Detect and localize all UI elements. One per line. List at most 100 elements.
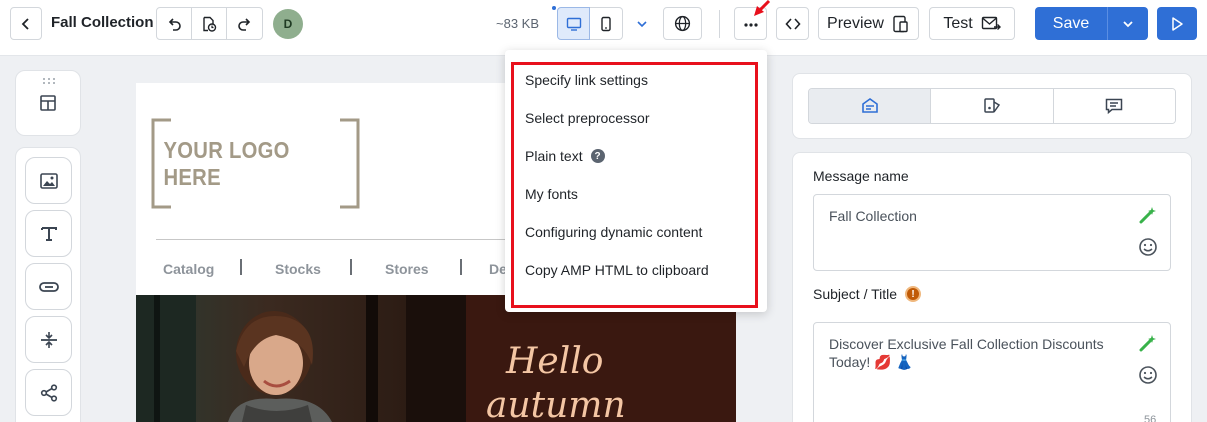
menu-item-link-settings[interactable]: Specify link settings	[525, 72, 648, 88]
send-button[interactable]	[1157, 7, 1197, 40]
page-title: Fall Collection	[51, 14, 154, 31]
social-block[interactable]	[25, 369, 72, 416]
desktop-icon	[566, 17, 581, 31]
play-icon	[1172, 16, 1183, 31]
message-size: ~83 KB	[496, 16, 540, 31]
send-mail-icon	[981, 16, 1001, 30]
hero-banner[interactable]: Hello autumn	[136, 295, 736, 422]
logo-placeholder[interactable]: YOUR LOGO HERE	[151, 118, 360, 209]
mobile-icon	[601, 16, 611, 31]
subject-value: Discover Exclusive Fall Collection Disco…	[829, 336, 1104, 370]
woman-portrait-image	[136, 295, 466, 422]
menu-link-stores[interactable]: Stores	[385, 261, 429, 277]
tab-appearance[interactable]	[931, 89, 1054, 123]
top-toolbar: Fall Collection D ~83 KB Preview Test Sa…	[0, 0, 1207, 56]
code-icon	[784, 17, 801, 30]
desktop-view-button[interactable]	[557, 7, 590, 40]
menu-item-label: Select preprocessor	[525, 110, 650, 126]
back-button[interactable]	[10, 7, 42, 40]
menu-item-label: Plain text	[525, 148, 583, 164]
message-name-field[interactable]: Fall Collection	[813, 194, 1171, 271]
menu-item-label: Configuring dynamic content	[525, 224, 703, 240]
menu-item-label: Copy AMP HTML to clipboard	[525, 262, 709, 278]
subject-field[interactable]: Discover Exclusive Fall Collection Disco…	[813, 322, 1171, 422]
hero-photo	[136, 295, 466, 422]
device-dropdown-button[interactable]	[625, 7, 659, 40]
settings-tabs	[808, 88, 1176, 124]
spacer-icon	[40, 331, 57, 348]
ai-magic-wand-icon[interactable]	[1138, 333, 1158, 353]
hero-heading-line-1: Hello	[506, 341, 604, 382]
preview-button[interactable]: Preview	[818, 7, 919, 40]
blocks-panel	[15, 147, 81, 422]
text-block[interactable]	[25, 210, 72, 257]
menu-item-copy-amp-html[interactable]: Copy AMP HTML to clipboard	[525, 262, 709, 278]
avatar[interactable]: D	[273, 9, 303, 39]
comment-icon	[1106, 98, 1123, 115]
logo-text: YOUR LOGO HERE	[163, 136, 290, 190]
mobile-view-button[interactable]	[590, 7, 623, 40]
menu-item-label: Specify link settings	[525, 72, 648, 88]
menu-separator	[240, 259, 242, 275]
version-history-button[interactable]	[192, 8, 227, 39]
pointer-arrow-icon	[754, 0, 771, 16]
tab-message-settings[interactable]	[809, 89, 932, 123]
envelope-settings-icon	[861, 98, 878, 113]
structures-panel-button[interactable]	[15, 70, 81, 136]
chevron-down-icon	[637, 20, 647, 27]
hero-heading: Hello autumn	[486, 340, 626, 422]
emoji-icon[interactable]	[1138, 237, 1158, 257]
preview-label: Preview	[827, 14, 884, 32]
image-block[interactable]	[25, 157, 72, 204]
menu-item-label: My fonts	[525, 186, 578, 202]
test-label: Test	[943, 14, 973, 32]
emoji-icon[interactable]	[1138, 365, 1158, 385]
menu-item-preprocessor[interactable]: Select preprocessor	[525, 110, 650, 126]
paint-icon	[984, 98, 1001, 113]
subject-label: Subject / Title !	[813, 286, 922, 302]
notification-dot	[552, 6, 556, 10]
language-button[interactable]	[663, 7, 702, 40]
menu-separator	[460, 259, 462, 275]
chevron-down-icon	[1123, 20, 1133, 27]
save-options-button[interactable]	[1108, 7, 1148, 40]
message-name-label: Message name	[813, 168, 909, 184]
file-history-icon	[203, 16, 217, 32]
menu-separator	[350, 259, 352, 275]
subject-label-text: Subject / Title	[813, 286, 898, 302]
menu-link-catalog[interactable]: Catalog	[163, 261, 214, 277]
message-name-value: Fall Collection	[829, 208, 917, 224]
tab-comments[interactable]	[1053, 89, 1175, 123]
device-preview-icon	[893, 15, 908, 32]
structure-icon	[40, 95, 56, 111]
test-button[interactable]: Test	[929, 7, 1015, 40]
hero-heading-line-2: autumn	[486, 385, 626, 422]
drag-handle-icon[interactable]	[42, 77, 56, 85]
globe-icon	[674, 15, 691, 32]
share-icon	[40, 383, 57, 402]
save-button[interactable]: Save	[1035, 7, 1108, 40]
warning-icon[interactable]: !	[905, 286, 922, 302]
save-button-group: Save	[1035, 7, 1148, 40]
message-name-label-text: Message name	[813, 168, 909, 184]
redo-icon	[237, 17, 250, 31]
menu-item-dynamic-content[interactable]: Configuring dynamic content	[525, 224, 702, 240]
ai-magic-wand-icon[interactable]	[1138, 205, 1158, 225]
undo-icon	[168, 17, 181, 31]
image-icon	[39, 172, 58, 189]
menu-link-stocks[interactable]: Stocks	[275, 261, 321, 277]
undo-button[interactable]	[157, 8, 192, 39]
device-switcher	[557, 7, 659, 40]
chevron-left-icon	[21, 17, 29, 30]
help-icon[interactable]: ?	[590, 149, 605, 163]
menu-item-my-fonts[interactable]: My fonts	[525, 186, 578, 202]
code-view-button[interactable]	[776, 7, 809, 40]
menu-item-plain-text[interactable]: Plain text ?	[525, 148, 605, 164]
spacer-block[interactable]	[25, 316, 72, 363]
button-block[interactable]	[25, 263, 72, 310]
redo-button[interactable]	[227, 8, 262, 39]
toolbar-divider	[719, 10, 720, 38]
character-counter: 56	[1144, 414, 1157, 422]
button-icon	[38, 281, 59, 292]
text-icon	[40, 226, 57, 241]
